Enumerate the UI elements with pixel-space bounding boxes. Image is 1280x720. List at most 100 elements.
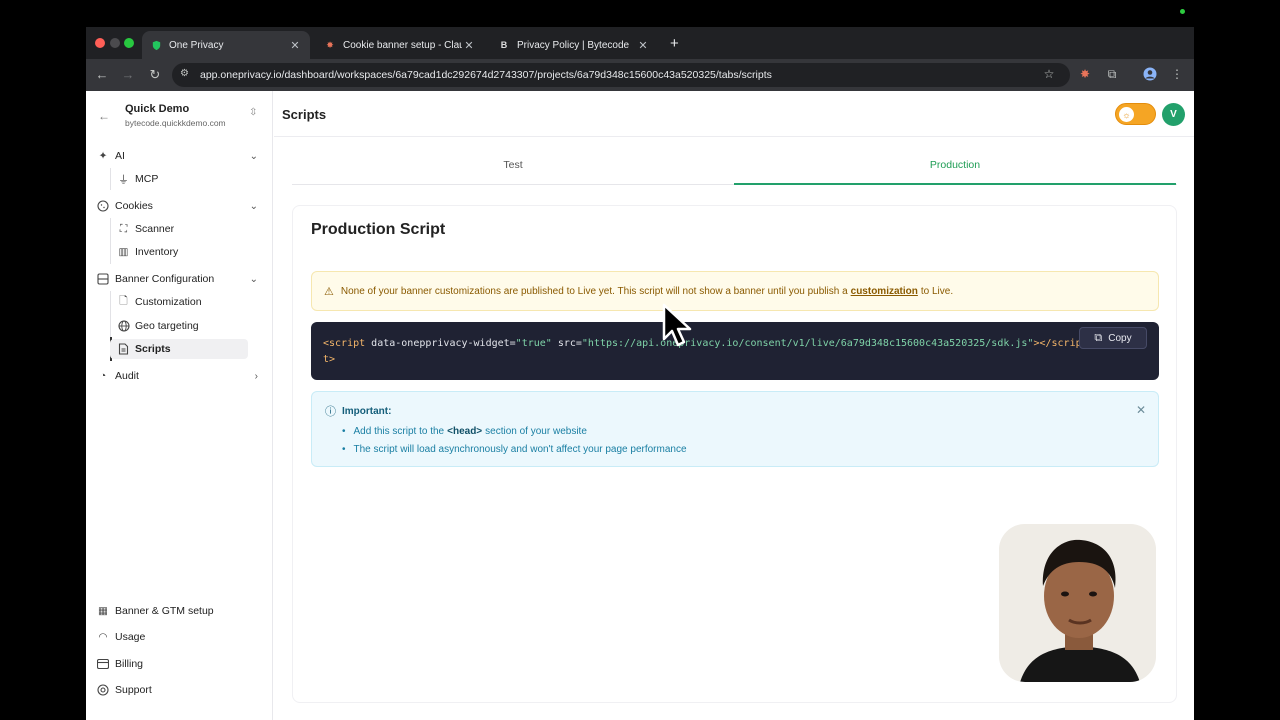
nav-label: Support — [115, 684, 152, 696]
nav-label: AI — [115, 150, 125, 162]
shield-icon — [150, 39, 162, 51]
copy-button[interactable]: ⧉ Copy — [1079, 327, 1147, 349]
workspace-name: Quick Demo — [125, 103, 190, 115]
chevron-down-icon: ⌄ — [249, 150, 258, 162]
browser-toolbar: ← → ↻ ⚙ app.oneprivacy.io/dashboard/work… — [86, 59, 1194, 91]
browser-tab-bytecode[interactable]: B Privacy Policy | Bytecode ✕ — [490, 31, 658, 59]
nav-label: Banner & GTM setup — [115, 605, 214, 617]
user-avatar[interactable]: V — [1162, 103, 1185, 126]
close-tab-icon[interactable]: ✕ — [288, 39, 302, 52]
nav-label: Scanner — [135, 223, 175, 235]
file-code-icon — [117, 343, 130, 356]
browser-tab-oneprivacy[interactable]: One Privacy ✕ — [142, 31, 310, 59]
close-tab-icon[interactable]: ✕ — [462, 39, 476, 52]
nav-item-inventory[interactable]: ▥ Inventory — [110, 242, 248, 262]
scan-icon: ⛶ — [119, 222, 128, 235]
copy-label: Copy — [1108, 332, 1132, 344]
script-code-block[interactable]: <script data-onepprivacy-widget="true" s… — [311, 322, 1159, 380]
info-list-item: Add this script to the <head> section of… — [342, 422, 687, 440]
close-icon[interactable]: ✕ — [1136, 403, 1146, 417]
layout-icon — [96, 272, 110, 286]
browser-menu-icon[interactable]: ⋮ — [1169, 67, 1185, 83]
chevron-right-icon: › — [254, 370, 258, 382]
info-list-item: The script will load asynchronously and … — [342, 440, 687, 458]
nav-item-scanner[interactable]: ⛶ Scanner — [110, 219, 248, 239]
code-line-1: <script data-onepprivacy-widget="true" s… — [323, 336, 1147, 352]
info-text-bold: <head> — [447, 425, 483, 437]
page-header: Scripts ☼ V — [274, 91, 1194, 137]
tab-bar: One Privacy ✕ ✸ Cookie banner setup - Cl… — [86, 27, 1194, 59]
warning-text: None of your banner customizations are p… — [340, 285, 848, 297]
workspace-switcher-icon[interactable]: ⇳ — [249, 107, 257, 118]
info-header: ⓘ Important: — [325, 403, 391, 419]
nav-label: Customization — [135, 296, 202, 308]
code-string: "true" — [515, 338, 552, 349]
info-title: Important: — [342, 405, 392, 417]
info-text: section of your website — [485, 425, 587, 437]
chevron-down-icon: ⌄ — [249, 200, 258, 212]
sun-icon: ☼ — [1119, 107, 1134, 122]
minimize-window-button[interactable] — [110, 38, 120, 48]
warning-triangle-icon: ⚠ — [324, 285, 334, 298]
nav-section-ai[interactable]: ✦ AI ⌄ — [96, 146, 262, 166]
close-tab-icon[interactable]: ✕ — [636, 39, 650, 52]
plug-icon: ⏚ — [118, 173, 129, 186]
code-tag-open: <script — [323, 338, 366, 349]
code-attr: data-onepprivacy-widget= — [365, 338, 516, 349]
reload-icon[interactable]: ↻ — [147, 67, 163, 83]
tab-title: Cookie banner setup - Claude — [343, 39, 462, 51]
warning-text-end: to Live. — [920, 285, 954, 297]
sparkles-icon: ✦ — [98, 150, 108, 162]
browser-tab-claude[interactable]: ✸ Cookie banner setup - Claude ✕ — [316, 31, 484, 59]
nav-item-scripts[interactable]: Scripts — [110, 339, 248, 359]
gauge-icon: ◠ — [98, 631, 108, 643]
back-icon[interactable]: ← — [94, 67, 110, 82]
address-bar[interactable]: ⚙ app.oneprivacy.io/dashboard/workspaces… — [172, 63, 1070, 87]
nav-label: Inventory — [135, 246, 179, 258]
customization-link[interactable]: customization — [851, 286, 918, 297]
globe-icon — [117, 320, 130, 333]
nav-item-mcp[interactable]: ⏚ MCP — [110, 169, 248, 189]
info-text: Add this script to the — [353, 425, 445, 437]
maximize-window-button[interactable] — [124, 38, 134, 48]
camera-indicator — [1180, 9, 1185, 14]
close-window-button[interactable] — [95, 38, 105, 48]
nav-section-cookies[interactable]: Cookies ⌄ — [96, 196, 262, 216]
cookie-icon — [96, 199, 110, 213]
code-tag-close: ></scrip — [1033, 338, 1082, 349]
back-arrow-icon[interactable]: ← — [98, 109, 110, 123]
info-list: Add this script to the <head> section of… — [342, 422, 687, 458]
nav-section-banner-configuration[interactable]: Banner Configuration ⌄ — [96, 269, 262, 289]
bookmark-star-icon[interactable]: ☆ — [1041, 67, 1057, 83]
copy-icon: ⧉ — [1094, 331, 1103, 344]
claude-extension-icon[interactable]: ✸ — [1077, 67, 1093, 83]
nav-item-support[interactable]: Support — [96, 680, 262, 700]
nav-label: Usage — [115, 631, 146, 643]
nav-item-usage[interactable]: ◠ Usage — [96, 627, 262, 647]
tab-production[interactable]: Production — [734, 157, 1176, 185]
nav-label: Banner Configuration — [115, 273, 215, 285]
library-icon: ▥ — [118, 246, 129, 258]
calendar-gear-icon: ▦ — [98, 605, 108, 617]
theme-toggle[interactable]: ☼ — [1115, 103, 1156, 125]
nav-item-geo-targeting[interactable]: Geo targeting — [110, 316, 248, 336]
nav-label: MCP — [135, 173, 159, 185]
profile-icon[interactable] — [1142, 67, 1158, 83]
new-tab-icon[interactable]: + — [670, 35, 679, 52]
sidebar: ← Quick Demo bytecode.quickkdemo.com ⇳ ✦… — [86, 91, 273, 720]
page-title: Scripts — [282, 107, 327, 122]
nav-section-audit[interactable]: ◔ Audit › — [96, 366, 262, 386]
nav-item-customization[interactable]: 🗋 Customization — [110, 292, 248, 312]
nav-item-banner-gtm-setup[interactable]: ▦ Banner & GTM setup — [96, 601, 262, 621]
nav-label: Scripts — [135, 343, 171, 355]
extensions-icon[interactable]: ⧉ — [1104, 67, 1120, 83]
tab-test[interactable]: Test — [292, 157, 734, 185]
claude-icon: ✸ — [326, 39, 334, 50]
nav-item-billing[interactable]: Billing — [96, 654, 262, 674]
forward-icon[interactable]: → — [120, 67, 136, 82]
webcam-overlay — [997, 522, 1158, 684]
code-line-2: t> — [323, 354, 336, 365]
site-settings-icon[interactable]: ⚙ — [180, 68, 189, 79]
info-icon: ⓘ — [325, 406, 336, 418]
code-string: "https://api.oneprivacy.io/consent/v1/li… — [581, 338, 1034, 349]
